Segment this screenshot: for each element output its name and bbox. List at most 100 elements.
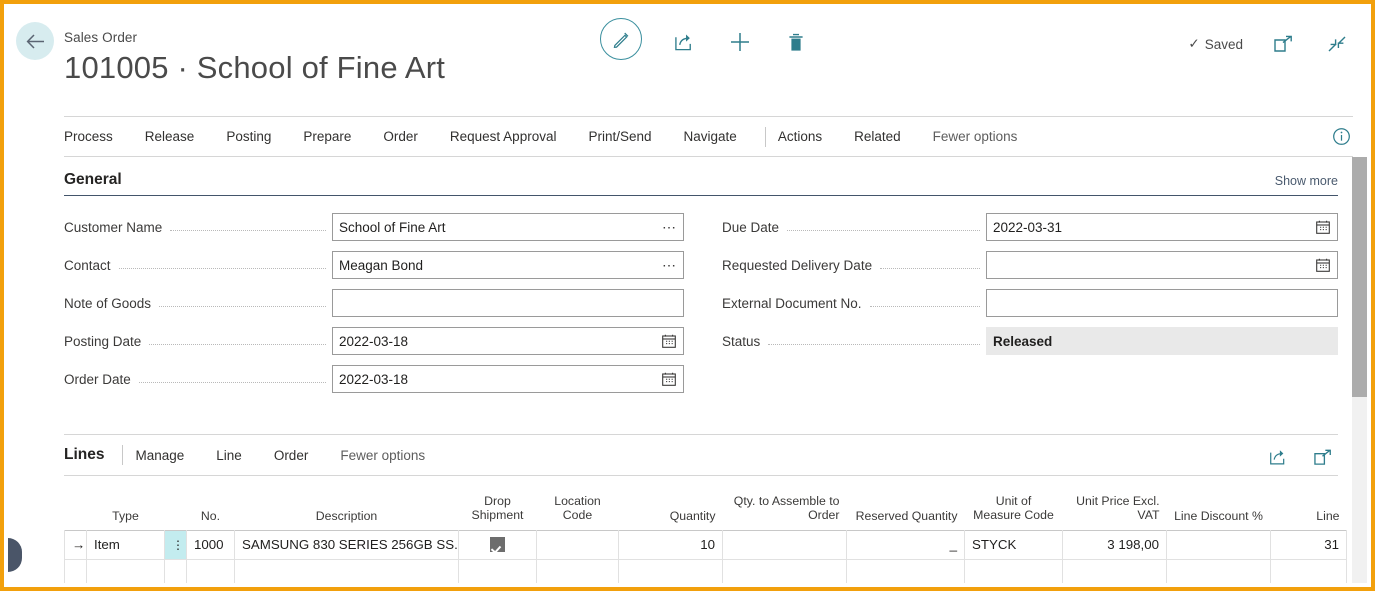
ribbon-item-process[interactable]: Process xyxy=(64,117,129,156)
table-row[interactable] xyxy=(65,559,1347,583)
cell-reserved-quantity[interactable] xyxy=(847,559,965,583)
field-contact: Contact ⋯ xyxy=(64,246,684,284)
col-quantity[interactable]: Quantity xyxy=(619,476,723,530)
cell-unit-price[interactable] xyxy=(1063,559,1167,583)
back-button[interactable] xyxy=(16,22,54,60)
breadcrumb[interactable]: Sales Order xyxy=(64,30,137,45)
show-more-link[interactable]: Show more xyxy=(1275,174,1338,188)
scrollbar-thumb[interactable] xyxy=(1352,157,1367,397)
share-button[interactable] xyxy=(670,28,698,56)
external-document-no-input[interactable] xyxy=(987,290,1337,316)
calendar-icon[interactable] xyxy=(1312,252,1334,278)
customer-name-input[interactable] xyxy=(333,214,683,240)
col-unit-price-excl-vat[interactable]: Unit Price Excl. VAT xyxy=(1063,476,1167,530)
note-of-goods-input-wrap[interactable] xyxy=(332,289,684,317)
drop-shipment-checkbox[interactable] xyxy=(490,537,505,552)
cell-type[interactable] xyxy=(87,559,165,583)
contact-input[interactable] xyxy=(333,252,683,278)
contact-input-wrap[interactable]: ⋯ xyxy=(332,251,684,279)
order-date-input-wrap[interactable] xyxy=(332,365,684,393)
lines-open-in-new-window-button[interactable] xyxy=(1308,443,1336,471)
info-button[interactable] xyxy=(1332,127,1351,151)
ellipsis-lookup-icon[interactable]: ⋯ xyxy=(658,214,680,240)
cell-drop-shipment[interactable] xyxy=(459,559,537,583)
cell-no[interactable]: 1000 xyxy=(187,530,235,559)
calendar-icon[interactable] xyxy=(658,328,680,354)
cell-qty-to-assemble[interactable] xyxy=(723,559,847,583)
cell-unit-of-measure[interactable]: STYCK xyxy=(965,530,1063,559)
cell-qty-to-assemble[interactable] xyxy=(723,530,847,559)
calendar-glyph xyxy=(662,372,676,386)
cell-line-discount[interactable] xyxy=(1167,530,1271,559)
lines-menu-manage[interactable]: Manage xyxy=(135,436,200,475)
vertical-dots-icon: ⋮ xyxy=(172,538,184,552)
cell-description[interactable] xyxy=(235,559,459,583)
cell-unit-price[interactable]: 3 198,00 xyxy=(1063,530,1167,559)
cell-line[interactable]: 31 xyxy=(1271,530,1347,559)
field-customer-name: Customer Name ⋯ xyxy=(64,208,684,246)
ribbon-item-related[interactable]: Related xyxy=(838,117,917,156)
col-line[interactable]: Line xyxy=(1271,476,1347,530)
external-document-no-input-wrap[interactable] xyxy=(986,289,1338,317)
col-unit-of-measure-code[interactable]: Unit of Measure Code xyxy=(965,476,1063,530)
cell-quantity[interactable] xyxy=(619,559,723,583)
customer-name-input-wrap[interactable]: ⋯ xyxy=(332,213,684,241)
lines-menu-line[interactable]: Line xyxy=(200,436,258,475)
cell-line-discount[interactable] xyxy=(1167,559,1271,583)
note-of-goods-input[interactable] xyxy=(333,290,683,316)
col-line-discount-pct[interactable]: Line Discount % xyxy=(1167,476,1271,530)
trash-icon xyxy=(787,32,805,53)
ribbon-item-posting[interactable]: Posting xyxy=(210,117,287,156)
lines-share-button[interactable] xyxy=(1264,443,1292,471)
due-date-input[interactable] xyxy=(987,214,1337,240)
cell-type[interactable]: Item xyxy=(87,530,165,559)
cell-drop-shipment[interactable] xyxy=(459,530,537,559)
lines-menu-fewer-options[interactable]: Fewer options xyxy=(324,436,441,475)
cell-no[interactable] xyxy=(187,559,235,583)
cell-reserved-quantity[interactable]: _ xyxy=(847,530,965,559)
open-in-new-window-button[interactable] xyxy=(1269,30,1297,58)
cell-unit-of-measure[interactable] xyxy=(965,559,1063,583)
collapse-button[interactable] xyxy=(1323,30,1351,58)
row-menu-button[interactable]: ⋮ xyxy=(165,530,187,559)
ribbon-item-release[interactable]: Release xyxy=(129,117,211,156)
col-description[interactable]: Description xyxy=(235,476,459,530)
ellipsis-lookup-icon[interactable]: ⋯ xyxy=(658,252,680,278)
order-date-input[interactable] xyxy=(333,366,683,392)
ribbon-toolbar: Process Release Posting Prepare Order Re… xyxy=(64,116,1353,157)
calendar-icon[interactable] xyxy=(1312,214,1334,240)
requested-delivery-date-input-wrap[interactable] xyxy=(986,251,1338,279)
field-label: Customer Name xyxy=(64,220,168,235)
ribbon-item-fewer-options[interactable]: Fewer options xyxy=(917,117,1034,156)
row-menu-button[interactable] xyxy=(165,559,187,583)
new-button[interactable] xyxy=(726,28,754,56)
requested-delivery-date-input[interactable] xyxy=(987,252,1337,278)
ribbon-item-navigate[interactable]: Navigate xyxy=(668,117,753,156)
col-no[interactable]: No. xyxy=(187,476,235,530)
ribbon-item-request-approval[interactable]: Request Approval xyxy=(434,117,573,156)
lines-menu-order[interactable]: Order xyxy=(258,436,325,475)
ribbon-item-actions[interactable]: Actions xyxy=(778,117,838,156)
vertical-scrollbar[interactable] xyxy=(1352,157,1367,583)
col-reserved-quantity[interactable]: Reserved Quantity xyxy=(847,476,965,530)
cell-line[interactable] xyxy=(1271,559,1347,583)
cell-location-code[interactable] xyxy=(537,559,619,583)
edit-button[interactable] xyxy=(600,18,642,60)
col-location-code[interactable]: Location Code xyxy=(537,476,619,530)
col-qty-to-assemble-to-order[interactable]: Qty. to Assemble to Order xyxy=(723,476,847,530)
col-drop-shipment[interactable]: Drop Shipment xyxy=(459,476,537,530)
delete-button[interactable] xyxy=(782,28,810,56)
posting-date-input[interactable] xyxy=(333,328,683,354)
cell-quantity[interactable]: 10 xyxy=(619,530,723,559)
ribbon-item-order[interactable]: Order xyxy=(367,117,434,156)
calendar-icon[interactable] xyxy=(658,366,680,392)
ribbon-item-prepare[interactable]: Prepare xyxy=(287,117,367,156)
cell-description[interactable]: SAMSUNG 830 SERIES 256GB SS... xyxy=(235,530,459,559)
cell-location-code[interactable] xyxy=(537,530,619,559)
table-row[interactable]: → Item ⋮ 1000 SAMSUNG 830 SERIES 256GB S… xyxy=(65,530,1347,559)
arrow-left-icon xyxy=(26,34,45,49)
due-date-input-wrap[interactable] xyxy=(986,213,1338,241)
posting-date-input-wrap[interactable] xyxy=(332,327,684,355)
col-type[interactable]: Type xyxy=(87,476,165,530)
ribbon-item-print-send[interactable]: Print/Send xyxy=(572,117,667,156)
